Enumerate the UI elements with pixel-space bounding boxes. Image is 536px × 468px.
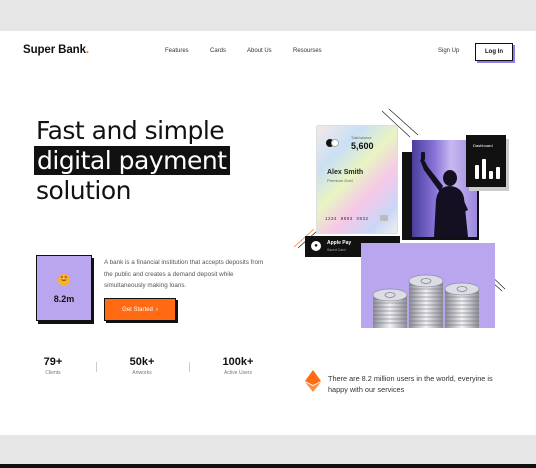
apple-icon: ● (311, 241, 321, 251)
stat-value: 100k+ (222, 356, 254, 368)
card-number: 1234 8893 0932 (325, 216, 369, 221)
page-bottom-edge (0, 464, 536, 468)
stat-divider (96, 362, 97, 372)
card-balance-label: Total balance (351, 136, 372, 140)
arrow-right-icon: › (155, 306, 158, 313)
ethereum-icon (305, 370, 321, 392)
stat-value: 79+ (43, 356, 63, 368)
headline-line-2-highlight: digital payment (34, 146, 230, 175)
headline-line-1: Fast and simple (36, 116, 225, 145)
headline-line-3: solution (36, 176, 131, 205)
credit-card: Total balance 5,600 Alex Smith Premium G… (316, 125, 398, 234)
nav-about-us[interactable]: About Us (247, 48, 272, 54)
nav-resources[interactable]: Resourses (293, 48, 322, 54)
brand-name: Super Bank (23, 44, 86, 56)
nav-cards[interactable]: Cards (210, 48, 226, 54)
dashboard-bar (482, 159, 486, 179)
stat-artworks: 50k+ Artworks (122, 356, 162, 376)
dashboard-widget: Dashboard (466, 135, 506, 187)
hero-headline: Fast and simple digital payment solution (34, 116, 230, 206)
payment-subtitle: Saved Card (327, 248, 346, 252)
coin-stacks-icon (372, 274, 480, 328)
stat-label: Active Users (223, 370, 253, 376)
coins-illustration (361, 243, 495, 328)
rating-value: 8.2m (53, 294, 75, 304)
stat-clients: 79+ Clients (38, 356, 68, 376)
brand-dot: . (85, 44, 90, 56)
star-struck-emoji-icon: 🤩 (58, 274, 70, 286)
card-balance: 5,600 (351, 141, 374, 151)
users-rating-card: 🤩 8.2m (36, 255, 92, 321)
dashboard-title: Dashboard (473, 143, 493, 148)
card-logo-icon (326, 139, 339, 147)
landing-page: Super Bank. Features Cards About Us Reso… (0, 31, 536, 435)
stat-divider (189, 362, 190, 372)
card-chip-icon (380, 215, 388, 221)
signup-button[interactable]: Sign Up (438, 48, 459, 54)
card-holder-name: Alex Smith (327, 169, 364, 176)
get-started-button[interactable]: Get Started › (104, 298, 176, 321)
dashboard-bar (489, 171, 493, 179)
hero-description: A bank is a financial institution that a… (104, 259, 264, 289)
stat-label: Artworks (132, 370, 152, 376)
login-button[interactable]: Log In (475, 43, 513, 61)
dashboard-bar (496, 167, 500, 179)
stat-label: Clients (45, 370, 61, 376)
get-started-label: Get Started (122, 306, 153, 313)
payment-name: Apple Pay (327, 240, 352, 246)
nav-features[interactable]: Features (165, 48, 189, 54)
stat-active-users: 100k+ Active Users (215, 356, 261, 376)
dashboard-bar (475, 165, 479, 179)
card-tier: Premium Gold (327, 178, 353, 183)
brand-logo[interactable]: Super Bank. (23, 44, 89, 56)
stat-value: 50k+ (129, 356, 155, 368)
users-info-text: There are 8.2 million users in the world… (328, 374, 493, 394)
